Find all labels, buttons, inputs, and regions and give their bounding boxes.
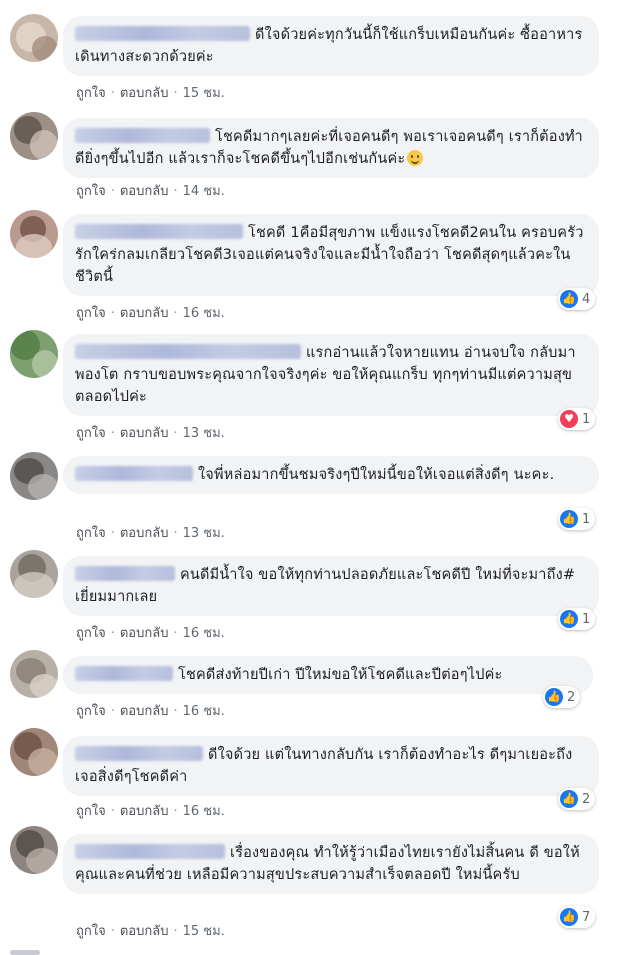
- comment-actions: ถูกใจ · ตอบกลับ · 15 ชม.: [76, 924, 225, 939]
- like-reaction-icon: 👍: [560, 610, 578, 628]
- reaction-count[interactable]: 👍 2: [543, 686, 581, 708]
- reply-link[interactable]: ตอบกลับ: [120, 526, 169, 541]
- comment-bubble: โชคดีส่งท้ายปีเก่า ปีใหม่ขอให้โชคดีและปี…: [63, 656, 593, 694]
- like-link[interactable]: ถูกใจ: [76, 426, 106, 441]
- comment-actions: ถูกใจ · ตอบกลับ · 15 ชม.: [76, 86, 225, 101]
- commenter-name[interactable]: [75, 844, 225, 859]
- commenter-name[interactable]: [75, 746, 203, 761]
- comment-actions: ถูกใจ · ตอบกลับ · 13 ชม.: [76, 526, 225, 541]
- comment-text: คนดีมีน้ำใจ ขอให้ทุกท่านปลอดภัยและโชคดีป…: [75, 566, 576, 605]
- like-link[interactable]: ถูกใจ: [76, 804, 106, 819]
- commenter-name[interactable]: [75, 566, 175, 581]
- comment-timestamp[interactable]: 15 ชม.: [183, 86, 225, 101]
- comment-bubble: โชคดีมากๆเลยค่ะที่เจอคนดีๆ พอเราเจอคนดีๆ…: [63, 118, 599, 178]
- comment-text: ใจพี่หล่อมากขึ้นชมจริงๆปีใหม่นี้ขอให้เจอ…: [75, 464, 585, 486]
- like-link[interactable]: ถูกใจ: [76, 184, 106, 199]
- reply-link[interactable]: ตอบกลับ: [120, 426, 169, 441]
- comment-timestamp[interactable]: 16 ชม.: [183, 306, 225, 321]
- avatar[interactable]: [10, 112, 58, 160]
- reply-link[interactable]: ตอบกลับ: [120, 704, 169, 719]
- reaction-count[interactable]: ♥ 1: [558, 408, 596, 430]
- comment-bubble: ดีใจด้วยค่ะทุกวันนี้ก็ใช้แกร็บเหมือนกันค…: [63, 16, 599, 76]
- comment-text: เรื่องของคุณ ทำให้รู้ว่าเมืองไทยเรายังไม…: [75, 844, 580, 883]
- reply-link[interactable]: ตอบกลับ: [120, 626, 169, 641]
- comment-bubble: เรื่องของคุณ ทำให้รู้ว่าเมืองไทยเรายังไม…: [63, 834, 599, 894]
- comment-actions: ถูกใจ · ตอบกลับ · 16 ชม.: [76, 804, 225, 819]
- comment-actions: ถูกใจ · ตอบกลับ · 16 ชม.: [76, 704, 225, 719]
- avatar[interactable]: [10, 826, 58, 874]
- reaction-count[interactable]: 👍 4: [558, 288, 596, 310]
- comment-bubble: ดีใจด้วย แต่ในทางกลับกัน เราก็ต้องทำอะไร…: [63, 736, 599, 796]
- avatar[interactable]: [10, 728, 58, 776]
- avatar[interactable]: [10, 452, 58, 500]
- avatar[interactable]: [10, 550, 58, 598]
- like-link[interactable]: ถูกใจ: [76, 704, 106, 719]
- comment-text: โชคดีมากๆเลยค่ะที่เจอคนดีๆ พอเราเจอคนดีๆ…: [75, 128, 583, 167]
- comment-bubble: คนดีมีน้ำใจ ขอให้ทุกท่านปลอดภัยและโชคดีป…: [63, 556, 599, 616]
- commenter-name[interactable]: [75, 344, 301, 359]
- comment-bubble: ใจพี่หล่อมากขึ้นชมจริงๆปีใหม่นี้ขอให้เจอ…: [63, 456, 599, 494]
- comment-timestamp[interactable]: 16 ชม.: [183, 704, 225, 719]
- comment-timestamp[interactable]: 16 ชม.: [183, 626, 225, 641]
- like-link[interactable]: ถูกใจ: [76, 526, 106, 541]
- comment-text: ดีใจด้วยค่ะทุกวันนี้ก็ใช้แกร็บเหมือนกันค…: [75, 26, 583, 65]
- like-reaction-icon: 👍: [545, 688, 563, 706]
- reaction-count[interactable]: 👍 2: [558, 788, 596, 810]
- like-link[interactable]: ถูกใจ: [76, 86, 106, 101]
- comment-timestamp[interactable]: 16 ชม.: [183, 804, 225, 819]
- like-reaction-icon: 👍: [560, 908, 578, 926]
- like-reaction-icon: 👍: [560, 510, 578, 528]
- avatar[interactable]: [10, 650, 58, 698]
- comment-actions: ถูกใจ · ตอบกลับ · 16 ชม.: [76, 626, 225, 641]
- avatar[interactable]: [10, 210, 58, 258]
- comment-timestamp[interactable]: 15 ชม.: [183, 924, 225, 939]
- like-reaction-icon: 👍: [560, 790, 578, 808]
- comment-timestamp[interactable]: 13 ชม.: [183, 526, 225, 541]
- comment-text: ดีใจด้วย แต่ในทางกลับกัน เราก็ต้องทำอะไร…: [75, 746, 573, 785]
- commenter-name[interactable]: [75, 224, 243, 239]
- comment-timestamp[interactable]: 14 ชม.: [183, 184, 225, 199]
- commenter-name[interactable]: [75, 26, 250, 41]
- avatar[interactable]: [10, 330, 58, 378]
- commenter-name[interactable]: [75, 466, 193, 481]
- avatar[interactable]: [10, 14, 58, 62]
- comment-bubble: แรกอ่านแล้วใจหายแทน อ่านจบใจ กลับมาพองโต…: [63, 334, 599, 416]
- commenter-name[interactable]: [75, 666, 173, 681]
- comment-text: โชคดี 1คือมีสุขภาพ แข็งแรงโชคดี2คนใน ครอ…: [75, 224, 584, 285]
- comment-text: โชคดีส่งท้ายปีเก่า ปีใหม่ขอให้โชคดีและปี…: [75, 664, 579, 686]
- reaction-count[interactable]: 👍 1: [558, 608, 596, 630]
- smiling-face-emoji: [407, 150, 424, 166]
- commenter-name[interactable]: [75, 128, 210, 143]
- like-link[interactable]: ถูกใจ: [76, 924, 106, 939]
- reply-link[interactable]: ตอบกลับ: [120, 924, 169, 939]
- reply-link[interactable]: ตอบกลับ: [120, 86, 169, 101]
- comment-actions: ถูกใจ · ตอบกลับ · 14 ชม.: [76, 184, 225, 199]
- reply-link[interactable]: ตอบกลับ: [120, 804, 169, 819]
- next-avatar-edge: [10, 950, 40, 955]
- reaction-count[interactable]: 👍 1: [558, 508, 596, 530]
- comment-timestamp[interactable]: 13 ชม.: [183, 426, 225, 441]
- reply-link[interactable]: ตอบกลับ: [120, 306, 169, 321]
- comment-bubble: โชคดี 1คือมีสุขภาพ แข็งแรงโชคดี2คนใน ครอ…: [63, 214, 599, 296]
- like-reaction-icon: 👍: [560, 290, 578, 308]
- comment-text: แรกอ่านแล้วใจหายแทน อ่านจบใจ กลับมาพองโต…: [75, 344, 576, 405]
- reply-link[interactable]: ตอบกลับ: [120, 184, 169, 199]
- comment-actions: ถูกใจ · ตอบกลับ · 13 ชม.: [76, 426, 225, 441]
- like-link[interactable]: ถูกใจ: [76, 306, 106, 321]
- heart-reaction-icon: ♥: [560, 410, 578, 428]
- like-link[interactable]: ถูกใจ: [76, 626, 106, 641]
- reaction-count[interactable]: 👍 7: [558, 906, 596, 928]
- comment-actions: ถูกใจ · ตอบกลับ · 16 ชม.: [76, 306, 225, 321]
